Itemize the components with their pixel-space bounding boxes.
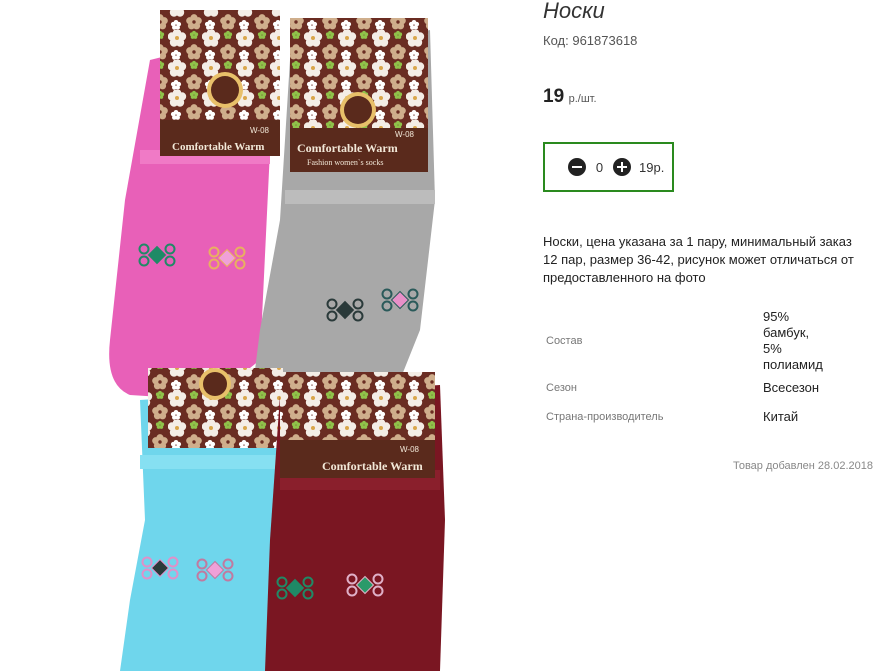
gray-label-brand: Comfortable Warm bbox=[297, 141, 398, 155]
property-row: Страна-производитель Китай bbox=[543, 403, 873, 431]
composition-line: 5% bbox=[763, 341, 782, 356]
product-photo[interactable]: Comfortable Warm W-08 Comfortable Warm F… bbox=[100, 0, 460, 671]
svg-text:W-08: W-08 bbox=[250, 126, 270, 135]
properties-table: Состав 95% бамбук, 5% полиамид Сезон Все… bbox=[543, 309, 873, 431]
product-code-label: Код: bbox=[543, 33, 569, 48]
property-value: 95% бамбук, 5% полиамид bbox=[763, 309, 873, 373]
burgundy-label-brand: Comfortable Warm bbox=[322, 459, 423, 473]
decrease-button[interactable] bbox=[568, 158, 586, 176]
added-date: Товар добавлен 28.02.2018 bbox=[732, 460, 873, 472]
property-label: Состав bbox=[546, 335, 583, 347]
product-price: 19 р./шт. bbox=[543, 86, 597, 108]
price-unit: р./шт. bbox=[568, 93, 597, 105]
gray-label-sub: Fashion women`s socks bbox=[307, 158, 383, 167]
quantity-widget: 0 19р. bbox=[543, 142, 674, 192]
socks-image: Comfortable Warm W-08 Comfortable Warm F… bbox=[109, 10, 445, 671]
minus-icon bbox=[572, 166, 582, 168]
composition-line: 95% bbox=[763, 309, 790, 324]
quantity-sum: 19р. bbox=[639, 159, 665, 175]
price-amount: 19 bbox=[543, 86, 565, 107]
product-description: Носки, цена указана за 1 пару, минимальн… bbox=[543, 234, 854, 285]
composition-line: полиамид bbox=[763, 357, 823, 372]
property-value: Китай bbox=[763, 409, 799, 424]
product-code: Код: 961873618 bbox=[543, 33, 637, 48]
property-row: Состав 95% бамбук, 5% полиамид bbox=[543, 309, 873, 373]
product-code-value: 961873618 bbox=[572, 33, 638, 48]
property-row: Сезон Всесезон bbox=[543, 373, 873, 403]
increase-button[interactable] bbox=[613, 158, 631, 176]
quantity-value[interactable]: 0 bbox=[586, 160, 613, 175]
pink-label-brand: Comfortable Warm bbox=[172, 141, 264, 153]
svg-text:W-08: W-08 bbox=[395, 130, 415, 139]
property-value: Всесезон bbox=[763, 380, 820, 395]
composition-line: бамбук, bbox=[763, 325, 810, 340]
property-label: Страна-производитель bbox=[546, 411, 664, 423]
plus-icon-v bbox=[621, 162, 623, 172]
svg-text:W-08: W-08 bbox=[400, 445, 420, 454]
product-title: Носки bbox=[543, 0, 605, 23]
property-label: Сезон bbox=[546, 382, 577, 394]
